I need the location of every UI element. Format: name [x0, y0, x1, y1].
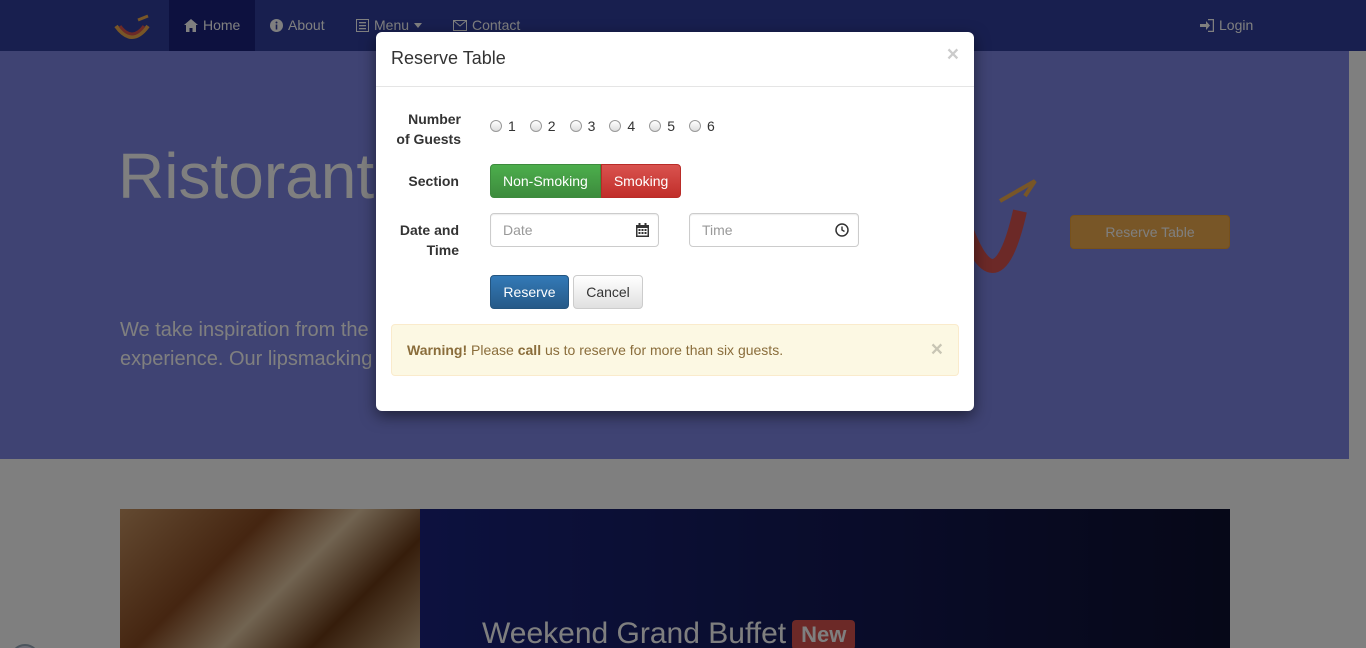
radio-circle-icon[interactable] — [609, 120, 622, 132]
alert-text-1: Please — [467, 342, 518, 358]
guest-option-label: 1 — [508, 118, 516, 134]
radio-circle-icon[interactable] — [688, 120, 701, 132]
guest-radio-6[interactable]: 6 — [688, 118, 715, 134]
guest-radio-5[interactable]: 5 — [649, 118, 675, 134]
radio-circle-icon[interactable] — [569, 120, 582, 132]
modal-header: Reserve Table × — [376, 32, 974, 87]
guests-label: Number of Guests — [391, 109, 461, 149]
guests-label-line1: Number — [408, 111, 461, 127]
time-placeholder: Time — [702, 222, 733, 238]
alert-call: call — [517, 342, 542, 358]
warning-alert: Warning! Please call us to reserve for m… — [391, 324, 959, 376]
datetime-label: Date and Time — [391, 220, 459, 260]
guest-radio-1[interactable]: 1 — [490, 118, 516, 134]
date-placeholder: Date — [503, 222, 533, 238]
guest-radio-2[interactable]: 2 — [529, 118, 556, 134]
time-input[interactable]: Time — [689, 213, 859, 247]
section-label: Section — [408, 173, 459, 189]
reserve-button[interactable]: Reserve — [490, 275, 569, 309]
guests-label-line2: of Guests — [396, 131, 461, 147]
radio-circle-icon[interactable] — [649, 120, 662, 132]
alert-strong: Warning! — [407, 342, 468, 358]
radio-circle-icon[interactable] — [529, 120, 542, 132]
date-input[interactable]: Date — [490, 213, 659, 247]
clock-icon[interactable] — [835, 223, 849, 237]
guest-option-label: 4 — [627, 118, 636, 134]
guest-radio-3[interactable]: 3 — [569, 118, 596, 134]
guest-radio-4[interactable]: 4 — [609, 118, 635, 134]
reserve-table-modal: Reserve Table × Number of Guests 1 2 3 4… — [376, 32, 974, 411]
cancel-button[interactable]: Cancel — [573, 275, 643, 309]
non-smoking-button[interactable]: Non-Smoking — [490, 164, 601, 198]
modal-title: Reserve Table — [391, 48, 506, 68]
calendar-icon[interactable] — [636, 223, 649, 237]
smoking-button[interactable]: Smoking — [600, 164, 682, 198]
radio-circle-icon[interactable] — [490, 120, 502, 132]
alert-text-2: us to reserve for more than six guests. — [541, 342, 784, 358]
section-toggle-group: Non-Smoking Smoking — [490, 164, 682, 198]
guest-option-label: 3 — [587, 118, 596, 134]
modal-close-button[interactable]: × — [947, 44, 959, 65]
datetime-label-line1: Date and — [399, 222, 459, 238]
guest-option-label: 5 — [667, 118, 675, 134]
guests-radio-group: 1 2 3 4 5 6 — [490, 118, 729, 134]
guest-option-label: 6 — [706, 118, 715, 134]
alert-close-button[interactable]: × — [931, 339, 943, 360]
guest-option-label: 2 — [547, 118, 556, 134]
datetime-label-line2: Time — [426, 242, 459, 258]
